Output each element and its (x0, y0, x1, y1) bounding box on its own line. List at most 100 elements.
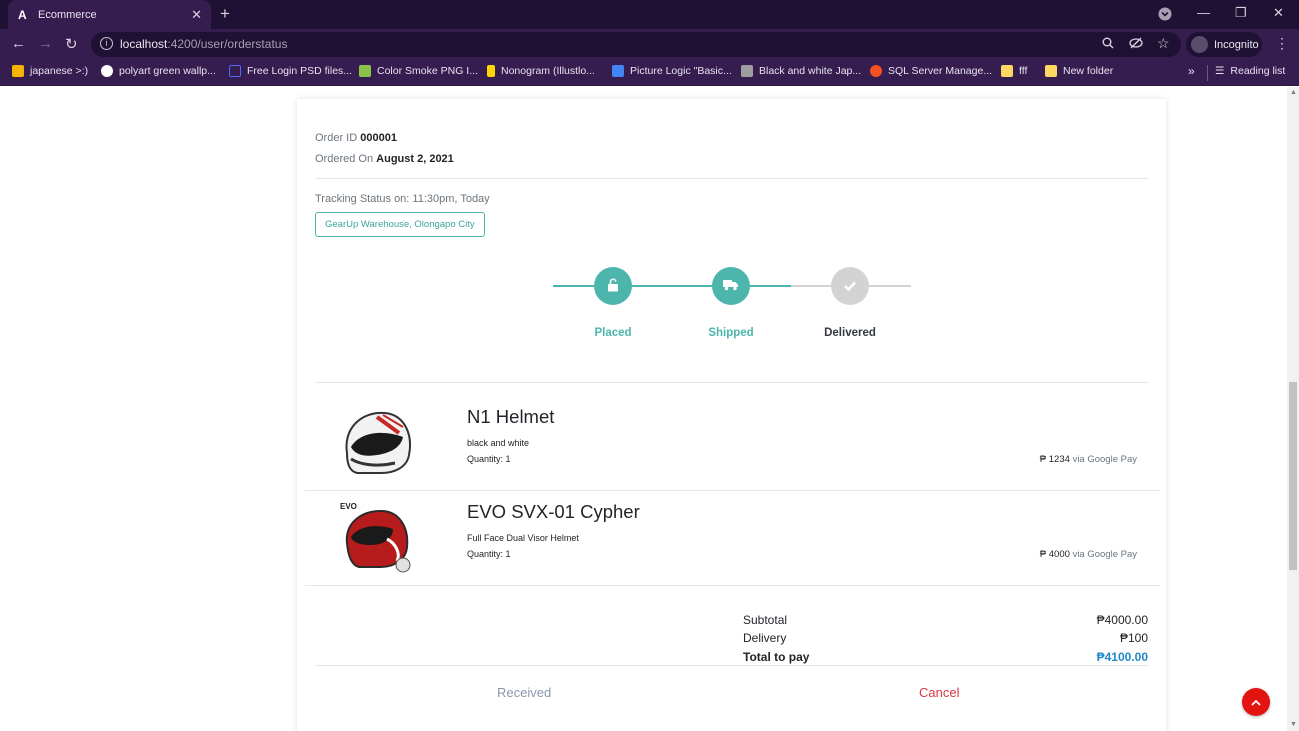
new-tab-icon[interactable]: + (220, 4, 230, 24)
ordered-on-label: Ordered On (315, 153, 374, 165)
browser-menu-icon[interactable]: ⋮ (1275, 35, 1289, 52)
scrollbar-thumb[interactable] (1289, 382, 1297, 570)
bookmark-label: polyart green wallp... (119, 65, 216, 77)
delivery-label: Delivery (743, 631, 787, 645)
cancel-button[interactable]: Cancel (919, 685, 959, 700)
zoom-icon[interactable] (1102, 37, 1114, 52)
product-price: ₱ 1234 via Google Pay (1040, 454, 1137, 465)
folder-icon (1001, 65, 1013, 77)
tracking-status: Tracking Status on: 11:30pm, Today (315, 193, 490, 205)
browser-toolbar: ← → ↻ i localhost:4200/user/orderstatus … (0, 29, 1299, 60)
product-image-evo-helmet: EVO (337, 499, 417, 579)
page-viewport: Order ID 000001 Ordered On August 2, 202… (0, 87, 1287, 731)
bookmark-item[interactable]: Color Smoke PNG I... (359, 65, 478, 77)
leaf-icon (487, 65, 495, 77)
tab-title: Ecommerce (38, 8, 97, 21)
bookmark-item[interactable]: japanese >:) (12, 65, 88, 77)
total-value: ₱4100.00 (1096, 650, 1148, 664)
site-info-icon[interactable]: i (100, 37, 113, 50)
angular-favicon-icon: A (18, 7, 27, 22)
minimize-icon[interactable]: — (1197, 5, 1210, 20)
total-label: Total to pay (743, 650, 810, 664)
reload-icon[interactable]: ↻ (65, 35, 78, 53)
tracking-blocked-icon[interactable] (1129, 37, 1143, 52)
scroll-up-arrow-icon[interactable]: ▲ (1290, 89, 1297, 96)
maximize-icon[interactable]: ❐ (1235, 5, 1247, 21)
payment-method: via Google Pay (1072, 549, 1137, 560)
bookmark-label: japanese >:) (30, 65, 89, 77)
forward-icon[interactable]: → (38, 35, 53, 52)
product-quantity: Quantity: 1 (467, 549, 511, 559)
more-bookmarks-button[interactable]: » (1188, 64, 1195, 78)
subtotal-label: Subtotal (743, 613, 788, 627)
media-control-icon[interactable] (1158, 7, 1172, 24)
bookmarks-bar: japanese >:) polyart green wallp... Free… (0, 60, 1299, 86)
bookmark-label: New folder (1063, 65, 1114, 77)
step-placed (594, 267, 632, 305)
truck-icon (723, 278, 739, 294)
order-id-row: Order ID 000001 (315, 132, 397, 144)
address-bar[interactable]: i localhost:4200/user/orderstatus ☆ (91, 32, 1181, 57)
bookmark-item[interactable]: SQL Server Manage... (870, 65, 992, 77)
unlock-icon (607, 278, 619, 295)
bookmark-label: Free Login PSD files... (247, 65, 353, 77)
step-label-shipped: Shipped (708, 327, 754, 339)
back-icon[interactable]: ← (11, 35, 26, 52)
drive-icon (12, 65, 24, 77)
picture-logic-icon (612, 65, 624, 77)
product-image-n1-helmet (337, 403, 417, 483)
divider (305, 585, 1160, 586)
product-quantity: Quantity: 1 (467, 454, 511, 464)
reading-list-button[interactable]: ☰ Reading list (1215, 65, 1285, 77)
bookmark-label: SQL Server Manage... (888, 65, 993, 77)
order-id-value: 000001 (360, 132, 397, 144)
bookmark-label: Picture Logic "Basic... (630, 65, 732, 77)
bookmark-item[interactable]: Nonogram (Illustlo... (487, 65, 595, 77)
step-delivered (831, 267, 869, 305)
check-icon (844, 278, 856, 294)
bookmark-label: Black and white Jap... (759, 65, 862, 77)
divider (315, 178, 1149, 179)
building-icon (741, 65, 753, 77)
page-icon (229, 65, 241, 77)
product-name: N1 Helmet (467, 406, 555, 427)
scroll-to-top-button[interactable] (1242, 688, 1270, 716)
close-tab-icon[interactable]: ✕ (191, 7, 202, 23)
reading-list-icon: ☰ (1215, 65, 1225, 77)
bookmark-item[interactable]: Picture Logic "Basic... (612, 65, 732, 77)
bookmark-item[interactable]: polyart green wallp... (101, 65, 216, 77)
google-icon (101, 65, 113, 77)
step-label-delivered: Delivered (824, 327, 876, 339)
order-id-label: Order ID (315, 132, 358, 144)
bookmark-item[interactable]: Black and white Jap... (741, 65, 861, 77)
payment-method: via Google Pay (1072, 454, 1137, 465)
image-site-icon (359, 65, 371, 77)
bookmark-star-icon[interactable]: ☆ (1157, 35, 1170, 52)
subtotal-value: ₱4000.00 (1096, 613, 1148, 627)
product-name: EVO SVX-01 Cypher (467, 501, 640, 522)
bookmark-folder[interactable]: New folder (1045, 65, 1113, 77)
browser-tab[interactable]: A Ecommerce ✕ (8, 0, 211, 29)
ordered-on-row: Ordered On August 2, 2021 (315, 153, 454, 165)
product-description: black and white (467, 438, 530, 448)
bookmark-item[interactable]: Free Login PSD files... (229, 65, 352, 77)
step-shipped (712, 267, 750, 305)
sql-icon (870, 65, 882, 77)
bookmarks-divider (1207, 65, 1208, 81)
page-scrollbar[interactable]: ▲ ▼ (1287, 87, 1299, 731)
delivery-value: ₱100 (1119, 631, 1148, 645)
divider (305, 490, 1160, 491)
received-button[interactable]: Received (497, 685, 551, 700)
profile-label: Incognito (1214, 38, 1259, 51)
incognito-icon (1191, 36, 1208, 53)
close-window-icon[interactable]: ✕ (1273, 5, 1284, 21)
scroll-down-arrow-icon[interactable]: ▼ (1290, 721, 1297, 728)
bookmark-folder[interactable]: fff (1001, 65, 1027, 77)
reading-list-label: Reading list (1230, 65, 1286, 77)
incognito-profile-button[interactable]: Incognito (1186, 32, 1262, 57)
step-label-placed: Placed (594, 327, 632, 339)
product-price: ₱ 4000 via Google Pay (1040, 549, 1137, 560)
url-text[interactable]: localhost:4200/user/orderstatus (120, 37, 287, 51)
order-status-card: Order ID 000001 Ordered On August 2, 202… (297, 99, 1166, 731)
bookmark-label: Color Smoke PNG I... (377, 65, 478, 77)
